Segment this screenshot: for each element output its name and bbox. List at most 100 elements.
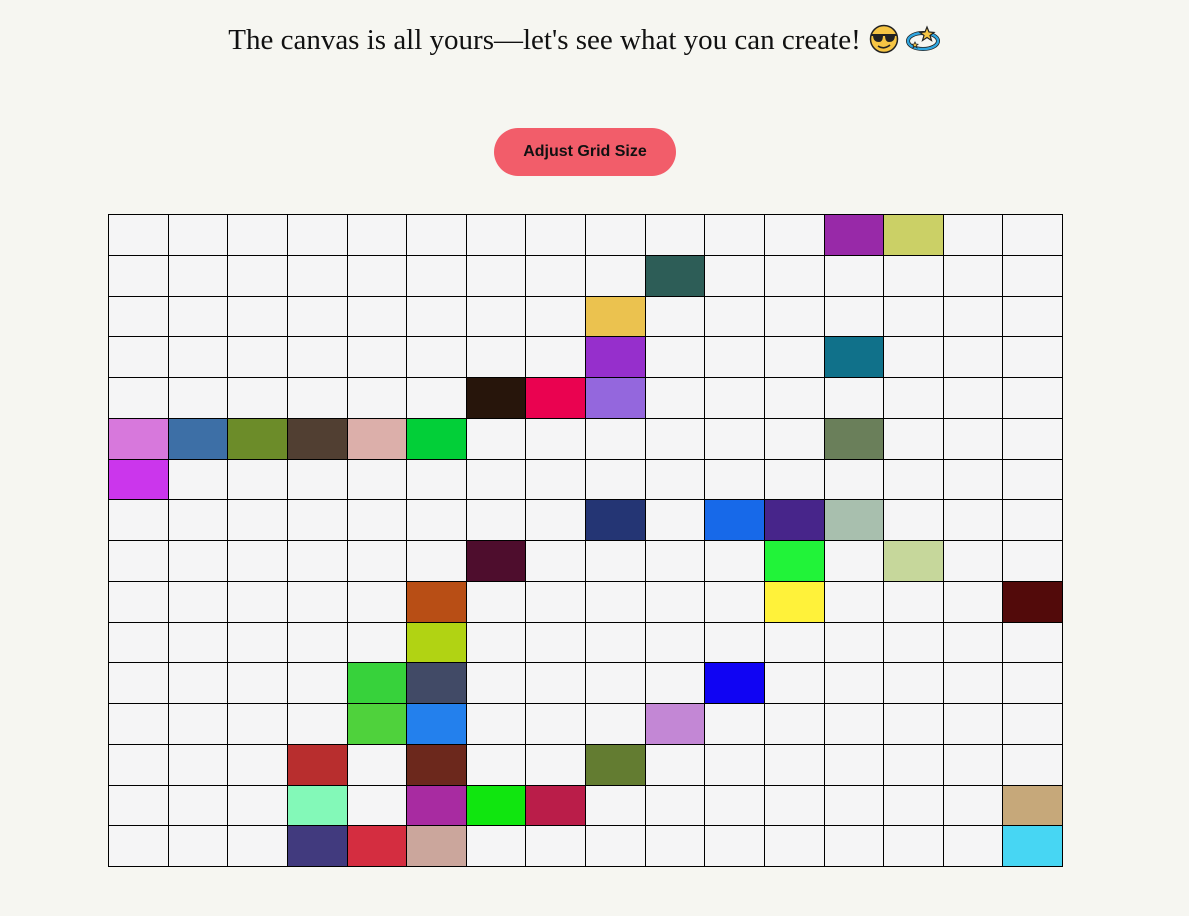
grid-cell[interactable] (287, 337, 348, 378)
grid-cell[interactable] (764, 459, 825, 501)
grid-cell[interactable] (466, 296, 527, 338)
grid-cell[interactable] (705, 622, 765, 664)
grid-cell[interactable] (884, 744, 944, 786)
grid-cell[interactable] (1003, 663, 1063, 704)
grid-cell[interactable] (884, 622, 944, 664)
grid-cell[interactable] (884, 255, 944, 297)
grid-cell[interactable] (586, 337, 646, 378)
grid-cell[interactable] (824, 215, 885, 256)
grid-cell[interactable] (824, 785, 885, 827)
grid-cell[interactable] (228, 826, 288, 867)
grid-cell[interactable] (168, 541, 229, 582)
grid-cell[interactable] (109, 378, 169, 419)
grid-cell[interactable] (407, 296, 467, 338)
grid-cell[interactable] (705, 581, 765, 623)
grid-cell[interactable] (526, 215, 586, 256)
grid-cell[interactable] (764, 541, 825, 582)
grid-cell[interactable] (943, 785, 1004, 827)
grid-cell[interactable] (884, 785, 944, 827)
grid-cell[interactable] (645, 622, 706, 664)
grid-cell[interactable] (347, 704, 408, 745)
grid-cell[interactable] (466, 704, 527, 745)
grid-cell[interactable] (109, 785, 169, 827)
grid-cell[interactable] (347, 581, 408, 623)
grid-cell[interactable] (287, 500, 348, 541)
grid-cell[interactable] (109, 826, 169, 867)
grid-cell[interactable] (228, 296, 288, 338)
grid-cell[interactable] (287, 418, 348, 460)
grid-cell[interactable] (824, 581, 885, 623)
grid-cell[interactable] (943, 296, 1004, 338)
grid-cell[interactable] (526, 418, 586, 460)
grid-cell[interactable] (109, 296, 169, 338)
grid-cell[interactable] (466, 826, 527, 867)
grid-cell[interactable] (287, 744, 348, 786)
grid-cell[interactable] (466, 744, 527, 786)
grid-cell[interactable] (943, 663, 1004, 704)
grid-cell[interactable] (586, 581, 646, 623)
grid-cell[interactable] (466, 581, 527, 623)
grid-cell[interactable] (824, 378, 885, 419)
grid-cell[interactable] (645, 378, 706, 419)
grid-cell[interactable] (228, 215, 288, 256)
grid-cell[interactable] (228, 663, 288, 704)
grid-cell[interactable] (764, 744, 825, 786)
grid-cell[interactable] (884, 704, 944, 745)
grid-cell[interactable] (287, 581, 348, 623)
grid-cell[interactable] (764, 785, 825, 827)
grid-cell[interactable] (943, 378, 1004, 419)
grid-cell[interactable] (586, 418, 646, 460)
grid-cell[interactable] (705, 378, 765, 419)
grid-cell[interactable] (705, 255, 765, 297)
grid-cell[interactable] (407, 704, 467, 745)
grid-cell[interactable] (645, 215, 706, 256)
grid-cell[interactable] (764, 378, 825, 419)
grid-cell[interactable] (824, 541, 885, 582)
grid-cell[interactable] (526, 622, 586, 664)
grid-cell[interactable] (586, 744, 646, 786)
grid-cell[interactable] (764, 337, 825, 378)
grid-cell[interactable] (347, 337, 408, 378)
pixel-canvas-grid[interactable] (108, 214, 1063, 867)
grid-cell[interactable] (109, 418, 169, 460)
grid-cell[interactable] (586, 215, 646, 256)
grid-cell[interactable] (287, 378, 348, 419)
grid-cell[interactable] (168, 785, 229, 827)
grid-cell[interactable] (884, 541, 944, 582)
grid-cell[interactable] (764, 215, 825, 256)
grid-cell[interactable] (347, 296, 408, 338)
grid-cell[interactable] (466, 215, 527, 256)
grid-cell[interactable] (228, 785, 288, 827)
grid-cell[interactable] (824, 418, 885, 460)
grid-cell[interactable] (1003, 744, 1063, 786)
grid-cell[interactable] (526, 744, 586, 786)
grid-cell[interactable] (764, 581, 825, 623)
grid-cell[interactable] (347, 378, 408, 419)
grid-cell[interactable] (824, 459, 885, 501)
grid-cell[interactable] (884, 215, 944, 256)
grid-cell[interactable] (586, 663, 646, 704)
grid-cell[interactable] (407, 541, 467, 582)
grid-cell[interactable] (1003, 826, 1063, 867)
grid-cell[interactable] (466, 785, 527, 827)
grid-cell[interactable] (407, 255, 467, 297)
grid-cell[interactable] (705, 215, 765, 256)
grid-cell[interactable] (347, 744, 408, 786)
grid-cell[interactable] (168, 744, 229, 786)
grid-cell[interactable] (526, 337, 586, 378)
grid-cell[interactable] (287, 785, 348, 827)
grid-cell[interactable] (824, 826, 885, 867)
grid-cell[interactable] (586, 378, 646, 419)
grid-cell[interactable] (705, 826, 765, 867)
grid-cell[interactable] (764, 663, 825, 704)
grid-cell[interactable] (407, 826, 467, 867)
grid-cell[interactable] (168, 255, 229, 297)
grid-cell[interactable] (526, 785, 586, 827)
grid-cell[interactable] (109, 663, 169, 704)
grid-cell[interactable] (228, 255, 288, 297)
grid-cell[interactable] (526, 704, 586, 745)
grid-cell[interactable] (526, 255, 586, 297)
grid-cell[interactable] (168, 296, 229, 338)
grid-cell[interactable] (1003, 296, 1063, 338)
grid-cell[interactable] (586, 622, 646, 664)
